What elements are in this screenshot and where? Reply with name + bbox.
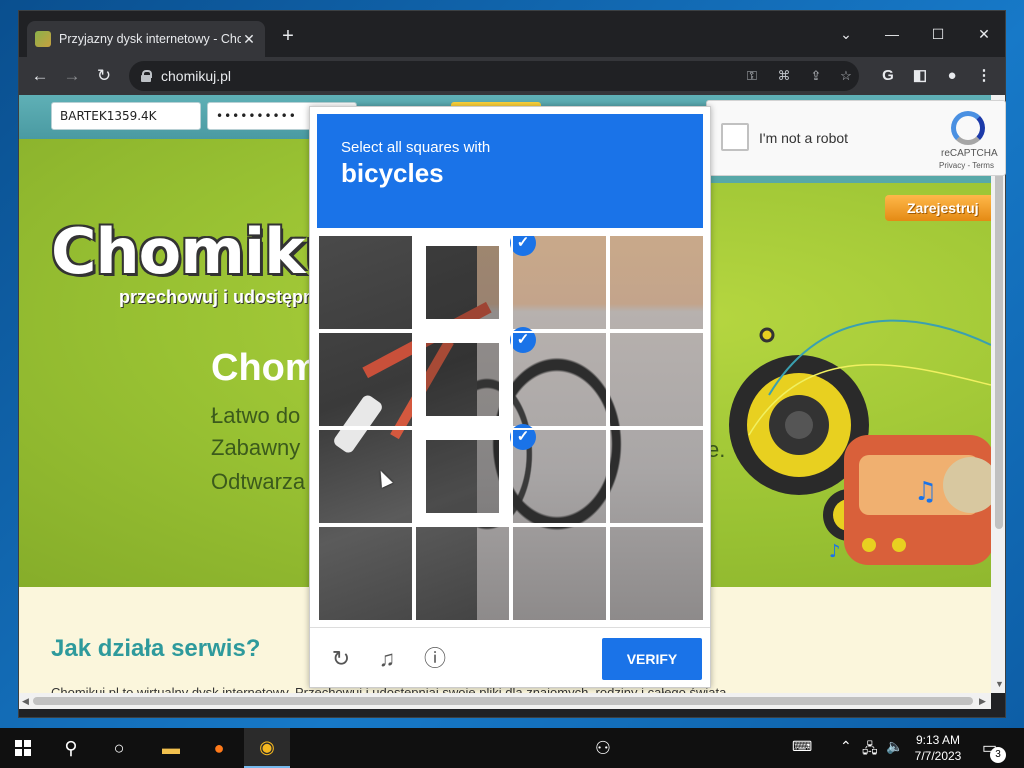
maximize-icon[interactable]: ☐ (923, 19, 953, 49)
menu-dots-icon[interactable]: ⋮ (971, 63, 997, 89)
challenge-tile-14[interactable] (414, 525, 511, 622)
key-icon[interactable]: ⚿ (741, 65, 763, 87)
challenge-footer: ↻ ♫ ⓘ VERIFY (310, 627, 710, 689)
tab-title: Przyjazny dysk internetowy - Chomikuj.pl (59, 32, 241, 46)
scroll-down-icon[interactable]: ▼ (995, 679, 1004, 689)
challenge-tile-4[interactable] (608, 234, 705, 331)
recaptcha-label: I'm not a robot (759, 130, 849, 146)
tab-search-chevron-icon[interactable]: ⌄ (831, 19, 861, 49)
clock-date: 7/7/2023 (914, 749, 962, 763)
bookmark-star-icon[interactable]: ☆ (835, 65, 857, 87)
challenge-tile-13[interactable] (317, 525, 414, 622)
vertical-scrollbar[interactable]: ▲ ▼ (991, 95, 1005, 693)
address-bar[interactable]: chomikuj.pl ⚿ ⌘ ⇪ ☆ (129, 61, 859, 91)
hero-line-2: Zabawny (211, 435, 301, 460)
file-explorer-icon[interactable]: ▬ (148, 728, 194, 768)
register-button[interactable]: Zarejestruj (885, 195, 991, 221)
scroll-left-icon[interactable]: ◀ (22, 696, 29, 707)
challenge-image-grid: ✓ ✓ ✓ (317, 234, 705, 622)
close-window-icon[interactable]: ✕ (969, 19, 999, 49)
challenge-tile-7[interactable] (511, 331, 608, 428)
firefox-icon[interactable]: ● (196, 728, 242, 768)
browser-toolbar: ← → ↻ chomikuj.pl ⚿ ⌘ ⇪ ☆ G ◧ ● ⋮ (19, 57, 1005, 95)
clock-time: 9:13 AM (915, 733, 961, 747)
username-input[interactable]: BARTEK1359.4K (51, 102, 201, 130)
windows-logo-icon (15, 740, 31, 756)
reload-icon[interactable]: ↻ (91, 63, 117, 89)
horizontal-scroll-thumb[interactable] (33, 697, 973, 705)
recaptcha-brand: reCAPTCHA (941, 148, 998, 159)
lock-icon[interactable] (141, 70, 152, 82)
google-icon[interactable]: G (875, 63, 901, 89)
challenge-tile-11[interactable] (511, 428, 608, 525)
close-tab-icon[interactable]: ✕ (241, 31, 257, 48)
challenge-object: bicycles (341, 158, 444, 188)
challenge-tile-12[interactable] (608, 428, 705, 525)
translate-icon[interactable]: ⌘ (773, 65, 795, 87)
tab-strip: Przyjazny dysk internetowy - Chomikuj.pl… (19, 11, 1005, 57)
side-panel-icon[interactable]: ◧ (907, 63, 933, 89)
browser-tab[interactable]: Przyjazny dysk internetowy - Chomikuj.pl… (27, 21, 265, 57)
profile-icon[interactable]: ● (939, 63, 965, 89)
recaptcha-widget: I'm not a robot reCAPTCHA Privacy - Term… (706, 100, 1006, 176)
challenge-tile-8[interactable] (608, 331, 705, 428)
recaptcha-checkbox[interactable] (721, 123, 749, 151)
share-icon[interactable]: ⇪ (805, 65, 827, 87)
challenge-tile-16[interactable] (608, 525, 705, 622)
site-favicon-icon (35, 31, 51, 47)
minimize-icon[interactable]: — (877, 19, 907, 49)
hero-heading: Chom (211, 347, 319, 389)
svg-text:♪: ♪ (829, 541, 841, 562)
challenge-tile-3[interactable] (511, 234, 608, 331)
recaptcha-privacy-link[interactable]: Privacy - Terms (939, 161, 994, 170)
task-view-icon[interactable]: ○ (96, 728, 142, 768)
reload-challenge-icon[interactable]: ↻ (328, 646, 354, 672)
tray-chevron-icon[interactable]: ⌃ (840, 738, 852, 755)
chrome-icon[interactable]: ◉ (244, 728, 290, 768)
new-tab-icon[interactable]: + (277, 25, 299, 47)
start-button[interactable] (0, 728, 46, 768)
challenge-tile-2[interactable] (414, 234, 511, 331)
challenge-instruction: Select all squares with (341, 139, 491, 156)
scroll-right-icon[interactable]: ▶ (979, 696, 986, 707)
notification-count-badge: 3 (990, 747, 1006, 763)
verify-button[interactable]: VERIFY (602, 638, 702, 680)
recaptcha-logo-icon (951, 111, 985, 145)
people-icon[interactable]: ⚇ (580, 728, 626, 768)
hero-line-1: Łatwo do (211, 403, 301, 428)
challenge-tile-1[interactable] (317, 234, 414, 331)
keyboard-icon[interactable]: ⌨ (792, 738, 812, 755)
url-text: chomikuj.pl (161, 68, 232, 84)
challenge-tile-10[interactable] (414, 428, 511, 525)
volume-icon[interactable]: 🔈 (886, 738, 903, 755)
challenge-tile-15[interactable] (511, 525, 608, 622)
site-tagline: przechowuj i udostępni (119, 287, 320, 307)
captcha-challenge: Select all squares with bicycles ✓ ✓ ✓ ↻ ♫… (309, 106, 711, 688)
network-icon[interactable]: 🖧 (862, 738, 878, 762)
taskbar: ⚲ ○ ▬ ● ◉ ⚇ ⌨ ⌃ 🖧 🔈 9:13 AM 7/7/2023 ▭ 3 (0, 728, 1024, 768)
back-icon[interactable]: ← (27, 63, 53, 89)
how-it-works-heading: Jak działa serwis? (51, 635, 261, 662)
challenge-tile-6[interactable] (414, 331, 511, 428)
info-icon[interactable]: ⓘ (422, 646, 448, 672)
system-clock[interactable]: 9:13 AM 7/7/2023 (912, 732, 964, 764)
forward-icon[interactable]: → (59, 63, 85, 89)
svg-text:♫: ♫ (914, 477, 937, 507)
challenge-tile-9[interactable] (317, 428, 414, 525)
speaker-radio-illustration: ♫ ♪ (729, 319, 991, 565)
search-icon[interactable]: ⚲ (48, 728, 94, 768)
horizontal-scrollbar[interactable]: ◀ ▶ (19, 693, 991, 709)
challenge-tile-5[interactable] (317, 331, 414, 428)
challenge-header: Select all squares with bicycles (317, 114, 703, 228)
audio-challenge-icon[interactable]: ♫ (374, 646, 400, 672)
hero-line-3: Odtwarza (211, 469, 306, 494)
